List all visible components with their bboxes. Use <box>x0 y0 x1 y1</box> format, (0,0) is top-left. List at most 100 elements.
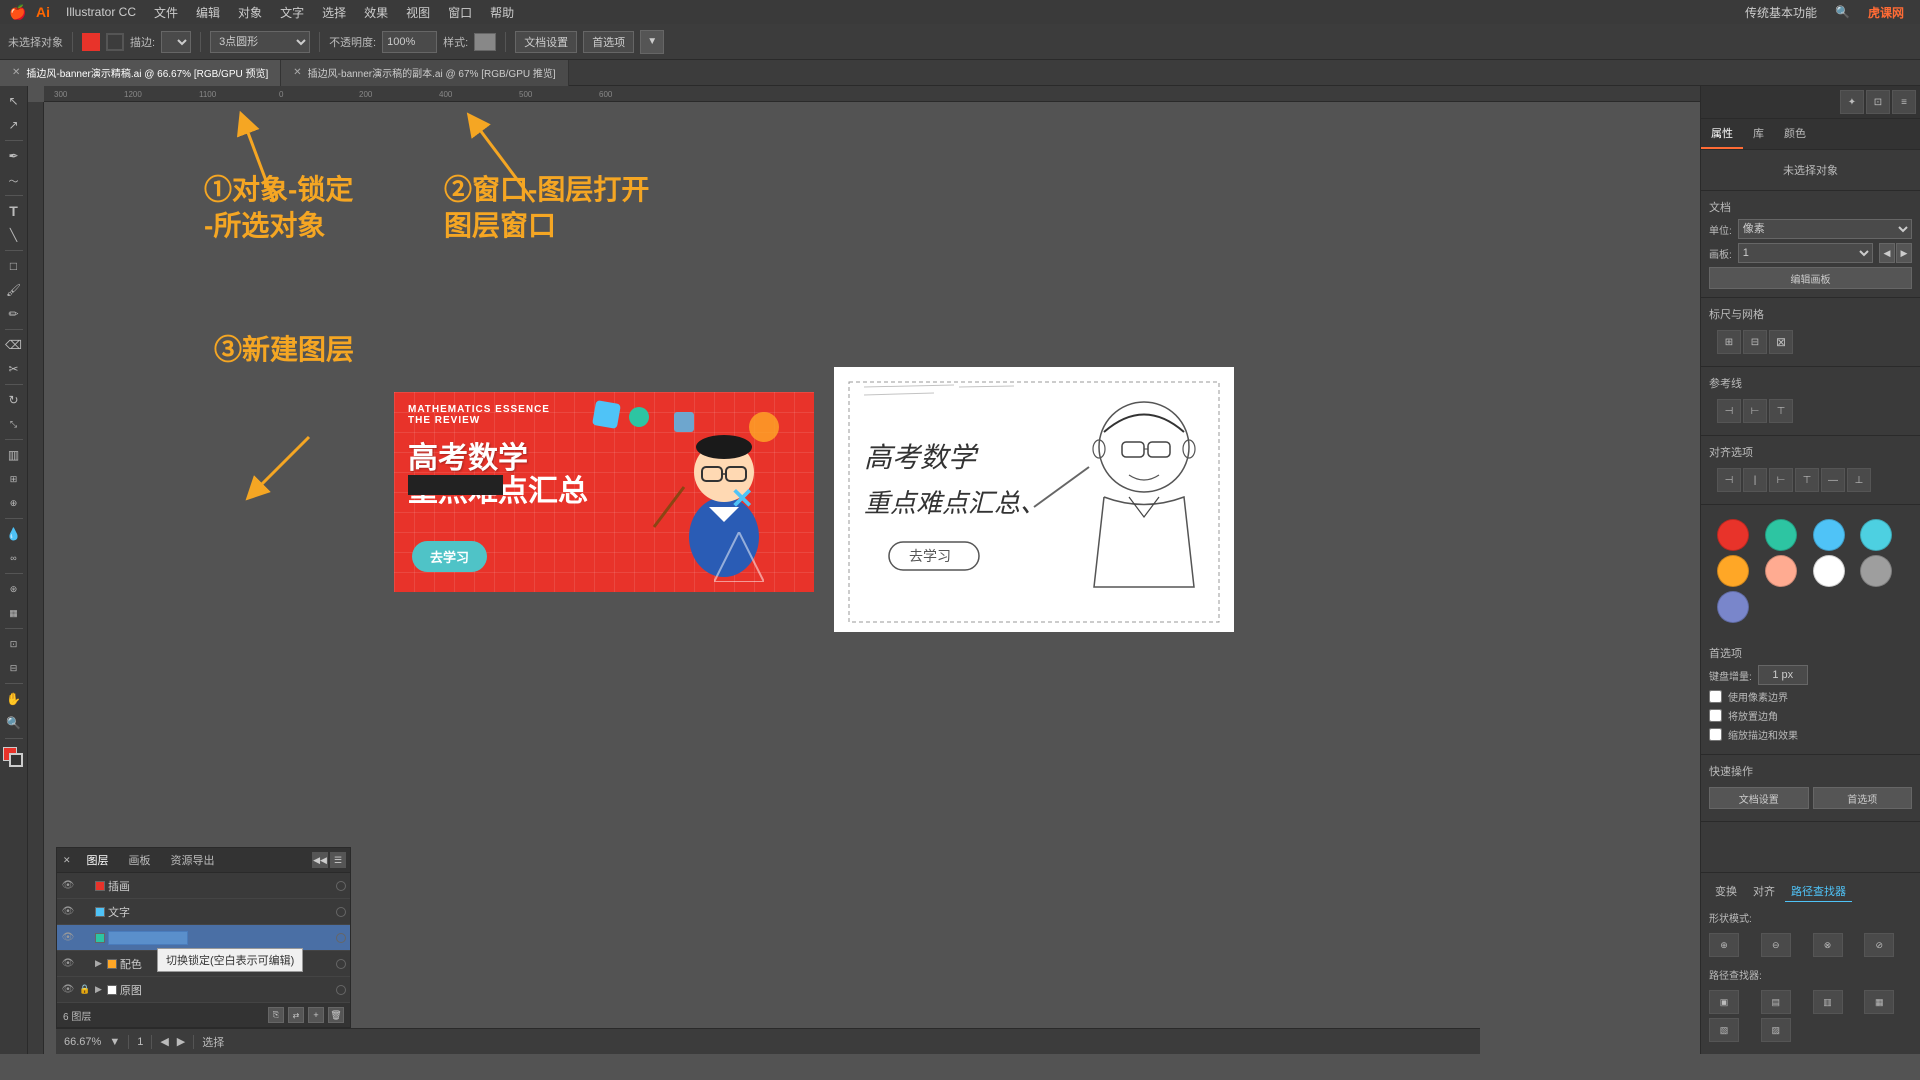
menu-edit[interactable]: 编辑 <box>188 2 228 23</box>
shape-mode-minus[interactable]: ⊖ <box>1761 933 1791 957</box>
round-corners-checkbox[interactable] <box>1709 709 1722 722</box>
layer-eye-original[interactable]: 👁 <box>61 983 75 997</box>
pf-btn-6[interactable]: ▨ <box>1761 1018 1791 1042</box>
move-layer-btn[interactable]: ⇄ <box>288 1007 304 1023</box>
type-tool[interactable]: T <box>3 200 25 222</box>
layers-tab-layers[interactable]: 图层 <box>77 848 119 872</box>
panel-icon-3[interactable]: ≡ <box>1892 90 1916 114</box>
swatch-lightpink[interactable] <box>1765 555 1797 587</box>
tab-2-close[interactable]: ✕ <box>293 67 301 78</box>
make-sub-layer-btn[interactable]: ⎘ <box>268 1007 284 1023</box>
eraser-tool[interactable]: ⌫ <box>3 334 25 356</box>
swatch-teal[interactable] <box>1765 519 1797 551</box>
pf-btn-3[interactable]: ▥ <box>1813 990 1843 1014</box>
bottom-tab-transform[interactable]: 变换 <box>1709 881 1743 902</box>
selection-tool[interactable]: ↖ <box>3 90 25 112</box>
tab-1[interactable]: ✕ 插边风-banner演示精稿.ai @ 66.67% [RGB/GPU 预览… <box>0 60 281 86</box>
scale-effects-checkbox[interactable] <box>1709 728 1722 741</box>
guide-btn-3[interactable]: ⊤ <box>1769 399 1793 423</box>
edit-artboard-btn[interactable]: 编辑画板 <box>1709 267 1912 289</box>
swatch-purpleblue[interactable] <box>1717 591 1749 623</box>
rectangle-tool[interactable]: □ <box>3 255 25 277</box>
align-bottom-btn[interactable]: ⊥ <box>1847 468 1871 492</box>
layer-name-editing[interactable] <box>108 931 333 945</box>
opacity-input[interactable] <box>382 31 437 53</box>
direct-selection-tool[interactable]: ↗ <box>3 114 25 136</box>
guide-btn-2[interactable]: ⊢ <box>1743 399 1767 423</box>
curvature-tool[interactable]: 〜 <box>3 169 25 191</box>
layer-eye-illustration[interactable]: 👁 <box>61 879 75 893</box>
shape-mode-unite[interactable]: ⊕ <box>1709 933 1739 957</box>
stroke-select[interactable] <box>161 31 191 53</box>
layer-name-input[interactable] <box>108 931 188 945</box>
zoom-dropdown-icon[interactable]: ▼ <box>109 1036 120 1048</box>
shape-select[interactable]: 3点圆形 <box>210 31 310 53</box>
artboard-tool[interactable]: ⊡ <box>3 633 25 655</box>
stroke-color-btn[interactable] <box>106 33 124 51</box>
menu-text[interactable]: 文字 <box>272 2 312 23</box>
layer-lock-editing[interactable] <box>78 931 92 945</box>
snap-pixel-checkbox[interactable] <box>1709 690 1722 703</box>
swatch-orange[interactable] <box>1717 555 1749 587</box>
eyedropper-tool[interactable]: 💧 <box>3 523 25 545</box>
bottom-tab-align[interactable]: 对齐 <box>1747 881 1781 902</box>
shape-builder-tool[interactable]: ⊕ <box>3 492 25 514</box>
menu-help[interactable]: 帮助 <box>482 2 522 23</box>
menu-window[interactable]: 窗口 <box>440 2 480 23</box>
menu-file[interactable]: 文件 <box>146 2 186 23</box>
layers-tab-artboards[interactable]: 画板 <box>119 848 161 872</box>
layer-lock-original[interactable]: 🔒 <box>78 983 92 997</box>
bottom-tab-pathfinder[interactable]: 路径查找器 <box>1785 881 1852 902</box>
guide-btn-1[interactable]: ⊣ <box>1717 399 1741 423</box>
panel-menu-btn[interactable]: ☰ <box>330 852 346 868</box>
align-center-btn[interactable]: | <box>1743 468 1767 492</box>
menu-select[interactable]: 选择 <box>314 2 354 23</box>
slice-tool[interactable]: ⊟ <box>3 657 25 679</box>
nav-prev[interactable]: ◀ <box>160 1035 168 1048</box>
hand-tool[interactable]: ✋ <box>3 688 25 710</box>
menu-view[interactable]: 视图 <box>398 2 438 23</box>
align-middle-btn[interactable]: — <box>1821 468 1845 492</box>
artboard-select[interactable]: 1 <box>1738 243 1873 263</box>
artboard-prev[interactable]: ◀ <box>1879 243 1895 263</box>
zoom-tool[interactable]: 🔍 <box>3 712 25 734</box>
canvas-area[interactable]: 300 1200 1100 0 200 400 500 600 <box>28 86 1700 1054</box>
style-preview[interactable] <box>474 33 496 51</box>
swatch-cyan[interactable] <box>1860 519 1892 551</box>
layers-tab-close[interactable]: ✕ <box>57 851 77 870</box>
layer-eye-editing[interactable]: 👁 <box>61 931 75 945</box>
panel-icon-2[interactable]: ⊡ <box>1866 90 1890 114</box>
doc-settings-btn[interactable]: 文档设置 <box>515 31 577 53</box>
rpanel-tab-library[interactable]: 库 <box>1743 119 1774 149</box>
more-options-btn[interactable]: ▼ <box>640 30 664 54</box>
pen-tool[interactable]: ✒ <box>3 145 25 167</box>
layer-eye-colors[interactable]: 👁 <box>61 957 75 971</box>
quick-doc-settings-btn[interactable]: 文档设置 <box>1709 787 1809 809</box>
swatch-gray[interactable] <box>1860 555 1892 587</box>
unit-select[interactable]: 像素 <box>1738 219 1912 239</box>
align-right-btn[interactable]: ⊢ <box>1769 468 1793 492</box>
menu-effect[interactable]: 效果 <box>356 2 396 23</box>
fill-color-btn[interactable] <box>82 33 100 51</box>
layer-lock-colors[interactable] <box>78 957 92 971</box>
nav-next[interactable]: ▶ <box>177 1035 185 1048</box>
scale-tool[interactable]: ⤡ <box>3 413 25 435</box>
scissors-tool[interactable]: ✂ <box>3 358 25 380</box>
artboard-next[interactable]: ▶ <box>1896 243 1912 263</box>
pf-btn-1[interactable]: ▣ <box>1709 990 1739 1014</box>
shape-mode-intersect[interactable]: ⊗ <box>1813 933 1843 957</box>
panel-collapse-btn[interactable]: ◀◀ <box>312 852 328 868</box>
pf-btn-5[interactable]: ▧ <box>1709 1018 1739 1042</box>
tab-2[interactable]: ✕ 插边风-banner演示稿的副本.ai @ 67% [RGB/GPU 推览] <box>281 60 568 86</box>
tab-1-close[interactable]: ✕ <box>12 67 20 78</box>
layer-expand-original[interactable]: ▶ <box>95 984 102 995</box>
line-tool[interactable]: ╲ <box>3 224 25 246</box>
show-rulers-btn[interactable]: ⊞ <box>1717 330 1741 354</box>
apple-menu[interactable]: 🍎 <box>8 2 28 22</box>
column-graph-tool[interactable]: ▦ <box>3 602 25 624</box>
pencil-tool[interactable]: ✏ <box>3 303 25 325</box>
keyboard-increment-input[interactable] <box>1758 665 1808 685</box>
menu-object[interactable]: 对象 <box>230 2 270 23</box>
menu-illustrator[interactable]: Illustrator CC <box>58 3 144 21</box>
workspace-selector[interactable]: 传统基本功能 <box>1737 4 1825 21</box>
